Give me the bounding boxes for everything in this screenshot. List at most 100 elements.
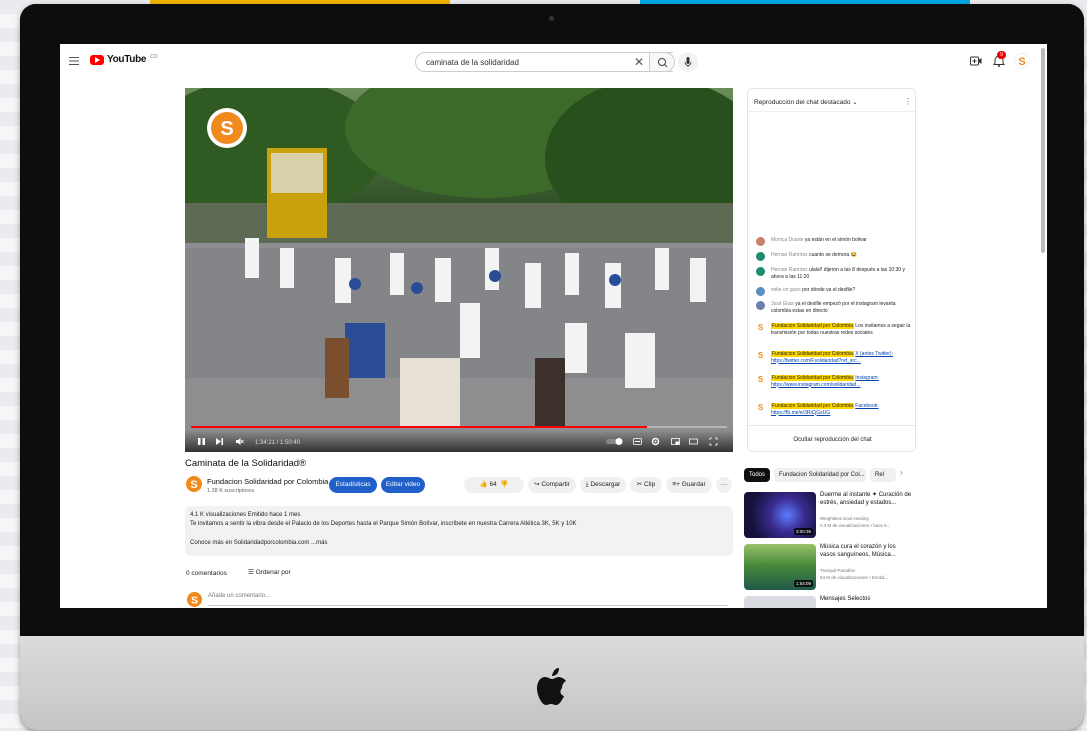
video-duration: 3:00:36: [793, 528, 813, 535]
chat-avatar: [756, 287, 765, 296]
chip-related[interactable]: Rel: [870, 468, 896, 482]
page-scrollbar[interactable]: [1041, 48, 1045, 253]
chat-header[interactable]: Reproducción del chat destacado ⌄: [754, 98, 858, 106]
recommendation-item[interactable]: 1:54:09 Música cura el corazón y los vas…: [744, 544, 914, 592]
playlist-add-icon: ≡+: [672, 481, 682, 488]
fullscreen-icon[interactable]: [709, 437, 718, 446]
save-button[interactable]: ≡+ Guardar: [666, 477, 712, 493]
comment-input-underline: [208, 605, 728, 606]
share-button[interactable]: ↪ Compartir: [528, 477, 576, 493]
chat-author: Fundacion Solidaridad por Colombia: [771, 375, 854, 381]
search-icon: [658, 58, 668, 68]
recommendation-thumbnail: 3:00:36: [744, 492, 816, 538]
svg-text:S: S: [190, 479, 197, 491]
chat-avatar: S: [756, 403, 765, 412]
thumbs-up-icon: 👍: [479, 481, 488, 488]
recommendation-channel: Tranquil Paradise: [820, 568, 856, 573]
chat-replay-panel: Reproducción del chat destacado ⌄ ⋮ Moni…: [747, 88, 916, 452]
description-text: Te invitamos a sentir la vibra desde el …: [190, 521, 577, 527]
sort-icon: ☰: [248, 569, 256, 576]
next-icon[interactable]: [215, 437, 224, 446]
sort-label: Ordenar por: [255, 569, 291, 576]
recommendation-meta: 2.3 M de visualizaciones • hace 6...: [820, 523, 891, 528]
scissors-icon: ✂: [636, 481, 645, 488]
video-title: Caminata de la Solidaridad®: [185, 458, 307, 469]
comment-input[interactable]: Añade un comentario...: [208, 593, 270, 599]
chat-author: Hernan Ramírez: [771, 267, 808, 273]
chip-channel[interactable]: Fundacion Solidaridad por Col...: [774, 468, 866, 482]
recommendation-thumbnail: [744, 596, 816, 608]
voice-search-button[interactable]: [678, 52, 698, 72]
description-box[interactable]: 4.1 K visualizaciones Emitido hace 1 mes…: [185, 506, 733, 556]
description-views: 4.1 K visualizaciones Emitido hace 1 mes: [190, 512, 301, 518]
miniplayer-icon[interactable]: [671, 437, 680, 446]
video-progress-bar[interactable]: [191, 426, 727, 428]
clear-search-icon[interactable]: ✕: [632, 52, 646, 72]
chat-author: Fundacion Solidaridad por Colombia: [771, 351, 854, 357]
settings-gear-icon[interactable]: [651, 437, 660, 446]
comments-count: 0 comentarios: [186, 570, 227, 577]
like-dislike-button[interactable]: 👍 64 👎: [464, 477, 524, 493]
pause-icon[interactable]: [197, 437, 206, 446]
chat-author: Hernan Ramírez: [771, 252, 808, 258]
imac-monitor: YouTube CO caminata de la solidaridad ✕: [20, 4, 1084, 730]
player-controls: 1:34:21 / 1:50:40: [185, 430, 733, 452]
camera-icon: [549, 16, 554, 21]
chat-text: cuanto se demora 😂: [809, 252, 857, 258]
chat-header-divider: [748, 111, 915, 112]
hamburger-menu-icon[interactable]: [69, 57, 79, 65]
save-label: Guardar: [681, 481, 706, 488]
recommendation-meta: 54 M de visualizaciones • Emitid...: [820, 575, 889, 580]
edit-video-button[interactable]: Editar video: [381, 477, 425, 493]
account-avatar[interactable]: S: [1014, 53, 1030, 69]
video-player[interactable]: S 1:34:21 / 1:50:40: [185, 88, 733, 452]
recommendation-channel: Weightless Soul Healing: [820, 516, 869, 521]
clip-button[interactable]: ✂ Clip: [630, 477, 662, 493]
volume-muted-icon[interactable]: [235, 437, 244, 446]
channel-name[interactable]: Fundacion Solidaridad por Colombia: [207, 477, 328, 486]
chip-scroll-right-icon[interactable]: ›: [900, 468, 903, 477]
video-duration: 1:54:09: [793, 580, 813, 587]
sort-comments-button[interactable]: ☰ Ordenar por: [248, 568, 291, 576]
autoplay-toggle-icon[interactable]: [605, 437, 625, 446]
chat-author: mike on guns: [771, 287, 801, 293]
chat-more-options-icon[interactable]: ⋮: [904, 97, 912, 106]
microphone-icon: [684, 57, 692, 67]
chat-text: ya están en el simón bolivar: [804, 237, 867, 243]
channel-avatar[interactable]: S: [186, 476, 202, 492]
more-actions-button[interactable]: ···: [716, 477, 732, 493]
chat-avatar: [756, 301, 765, 310]
chat-header-label: Reproducción del chat destacado: [754, 99, 851, 106]
chat-text: por dónde va el desfile?: [802, 287, 856, 293]
recommendation-item[interactable]: Mensajes Selectos: [744, 596, 914, 608]
chat-avatar: [756, 252, 765, 261]
chip-all[interactable]: Todos: [744, 468, 771, 482]
video-time: 1:34:21 / 1:50:40: [255, 440, 301, 446]
chat-author: Monica Duarte: [771, 237, 804, 243]
like-count: 64: [489, 481, 497, 488]
youtube-logo[interactable]: YouTube CO: [90, 54, 158, 65]
video-frame: S: [185, 88, 733, 452]
recommendation-item[interactable]: 3:00:36 Duerme al instante ✦ Curación de…: [744, 492, 914, 540]
thumbs-down-icon: 👎: [498, 481, 509, 488]
download-label: Descargar: [590, 481, 621, 488]
youtube-play-icon: [90, 54, 104, 65]
download-button[interactable]: ⤓ Descargar: [580, 477, 626, 493]
search-button[interactable]: [649, 52, 675, 72]
stats-button[interactable]: Estadísticas: [329, 477, 377, 493]
theater-mode-icon[interactable]: [689, 437, 698, 446]
chat-author: José Elias: [771, 301, 794, 307]
subtitles-icon[interactable]: [633, 437, 642, 446]
comment-avatar: S: [187, 592, 202, 607]
hide-chat-button[interactable]: Ocultar reproducción del chat: [748, 425, 915, 451]
chat-author: Fundacion Solidaridad por Colombia: [771, 403, 854, 409]
youtube-logo-text: YouTube: [107, 54, 147, 65]
youtube-topbar: YouTube CO caminata de la solidaridad ✕: [60, 44, 1047, 253]
country-code: CO: [150, 53, 158, 60]
chevron-down-icon: ⌄: [852, 99, 858, 106]
create-video-icon[interactable]: [970, 56, 982, 66]
description-more[interactable]: Conoce más en Solidaridadporcolombia.com…: [190, 540, 327, 546]
clip-label: Clip: [644, 481, 656, 488]
chat-avatar: S: [756, 351, 765, 360]
video-progress-fill: [191, 426, 647, 428]
